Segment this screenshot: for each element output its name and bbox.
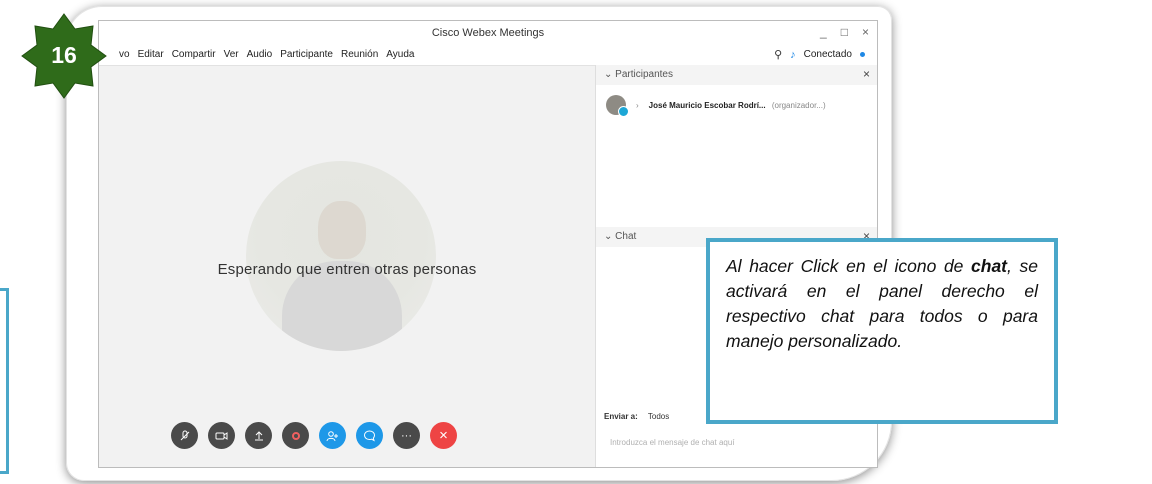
menu-compartir[interactable]: Compartir (172, 49, 216, 60)
share-button[interactable] (245, 422, 272, 449)
record-button[interactable] (282, 422, 309, 449)
title-bar: Cisco Webex Meetings _ □ × (99, 21, 877, 45)
more-button[interactable]: ··· (393, 422, 420, 449)
send-to-row[interactable]: Enviar a: Todos (604, 412, 669, 421)
menu-reunion[interactable]: Reunión (341, 49, 378, 60)
menu-ver[interactable]: Ver (224, 49, 239, 60)
meeting-controls: ··· × (171, 422, 457, 449)
window-controls: _ □ × (820, 25, 869, 39)
menu-editar[interactable]: Editar (138, 49, 164, 60)
participant-avatar (606, 95, 629, 117)
menu-bar: vo Editar Compartir Ver Audio Participan… (99, 45, 877, 65)
status-label: Conectado (803, 49, 852, 60)
record-icon (291, 431, 300, 440)
status-dot-icon (860, 52, 865, 57)
close-icon: × (439, 427, 448, 444)
chat-panel-title: Chat (615, 231, 637, 242)
send-to-select[interactable]: Todos (648, 412, 669, 421)
chevron-down-icon[interactable]: ⌄ (604, 231, 612, 242)
left-frame-decoration (0, 288, 9, 474)
close-participants-panel-button[interactable]: × (863, 67, 870, 81)
chevron-down-icon[interactable]: ⌄ (604, 69, 612, 80)
video-icon (215, 431, 228, 440)
host-badge-icon (618, 106, 629, 117)
participant-row[interactable]: › José Mauricio Escobar Rodrí... (organi… (606, 95, 826, 117)
menu-ayuda[interactable]: Ayuda (386, 49, 414, 60)
step-number: 16 (51, 42, 77, 68)
avatar-head (318, 201, 366, 259)
step-number-badge: 16 (20, 12, 108, 100)
send-to-label: Enviar a: (604, 412, 638, 421)
host-video-avatar (246, 161, 436, 351)
callout-bold-word: chat (971, 256, 1008, 276)
menu-archivo[interactable]: vo (119, 49, 130, 60)
more-icon: ··· (401, 429, 412, 442)
meeting-stage: Esperando que entren otras personas ··· (99, 65, 595, 467)
participants-panel-title: Participantes (615, 69, 673, 80)
mute-button[interactable] (171, 422, 198, 449)
mic-off-icon (180, 430, 189, 440)
upload-icon (254, 430, 263, 440)
waiting-message: Esperando que entren otras personas (217, 261, 477, 278)
window-title: Cisco Webex Meetings (431, 27, 545, 39)
menu-audio[interactable]: Audio (247, 49, 273, 60)
end-call-button[interactable]: × (430, 422, 457, 449)
participant-name: José Mauricio Escobar Rodrí... (648, 100, 766, 110)
menu-participante[interactable]: Participante (280, 49, 333, 60)
participants-panel-header: ⌄ Participantes × (596, 65, 877, 85)
video-button[interactable] (208, 422, 235, 449)
participants-icon (326, 430, 338, 441)
minimize-button[interactable]: _ (820, 25, 827, 39)
participants-button[interactable] (319, 422, 346, 449)
chevron-right-icon: › (636, 100, 639, 110)
headset-icon[interactable]: ♪ (790, 49, 796, 61)
connection-status: ⚲ ♪ Conectado (774, 48, 865, 61)
key-icon[interactable]: ⚲ (774, 48, 782, 61)
close-window-button[interactable]: × (862, 25, 869, 39)
maximize-button[interactable]: □ (841, 25, 848, 39)
chat-message-input[interactable]: Introduzca el mensaje de chat aquí (610, 438, 735, 447)
instruction-callout: Al hacer Click en el icono de chat, se a… (706, 238, 1058, 424)
participant-role: (organizador...) (771, 100, 826, 110)
callout-text-before: Al hacer Click en el icono de (726, 256, 972, 276)
chat-button[interactable] (356, 422, 383, 449)
chat-icon (363, 430, 376, 442)
